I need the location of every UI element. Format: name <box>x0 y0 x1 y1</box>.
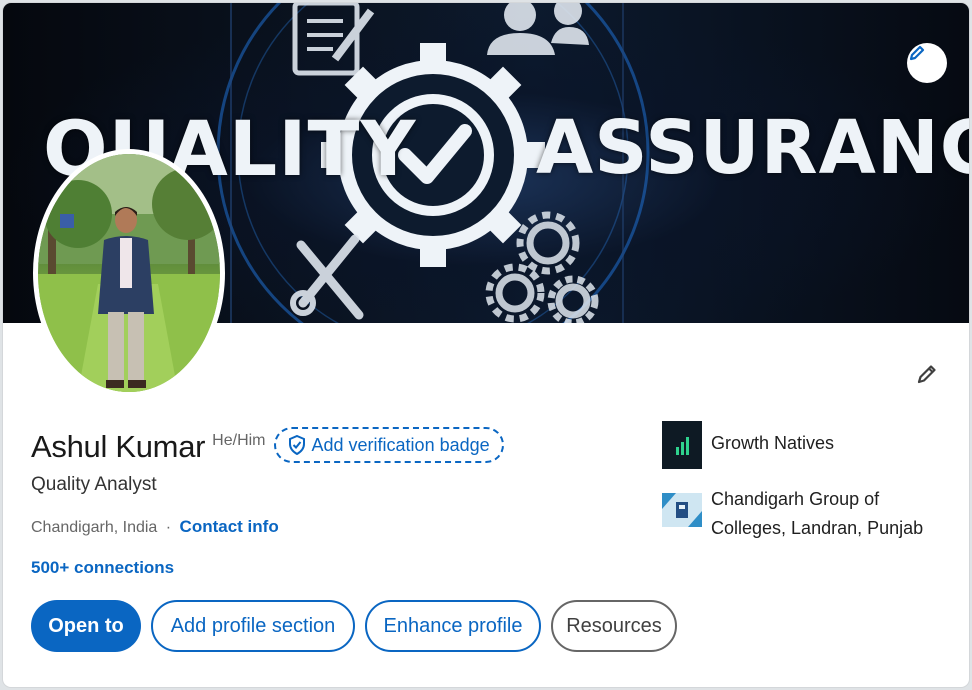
connections-link[interactable]: 500+ connections <box>31 558 174 578</box>
add-verification-badge-button[interactable]: Add verification badge <box>273 427 504 463</box>
pencil-icon <box>917 365 936 384</box>
profile-avatar[interactable] <box>33 149 225 397</box>
profile-pronouns: He/Him <box>212 432 266 449</box>
profile-headline: Quality Analyst <box>31 474 157 495</box>
shield-check-icon <box>288 435 305 455</box>
college-name: Chandigarh Group of Colleges, Landran, P… <box>711 489 924 538</box>
pencil-icon <box>909 45 925 61</box>
name-row: Ashul Kumar He/Him Add verification badg… <box>31 427 504 465</box>
banner-text-right: ASSURANCE <box>536 105 969 191</box>
avatar-photo <box>38 154 220 392</box>
open-to-button[interactable]: Open to <box>31 600 141 652</box>
education-cgc[interactable]: Chandigarh Group of Colleges, Landran, P… <box>662 487 931 543</box>
college-logo <box>662 493 702 527</box>
location-row: Chandigarh, India · Contact info <box>31 517 279 537</box>
profile-name: Ashul Kumar <box>31 429 206 464</box>
contact-info-link[interactable]: Contact info <box>180 517 279 536</box>
edit-banner-button[interactable] <box>907 43 947 83</box>
company-name: Growth Natives <box>711 433 835 453</box>
company-growth-natives[interactable]: Growth Natives <box>662 421 834 469</box>
verification-badge-label: Add verification badge <box>311 434 490 455</box>
add-profile-section-button[interactable]: Add profile section <box>151 600 355 652</box>
edit-intro-button[interactable] <box>911 358 943 390</box>
separator-dot: · <box>165 519 172 536</box>
enhance-profile-button[interactable]: Enhance profile <box>365 600 541 652</box>
profile-card: QUALITY ASSURANCE <box>3 3 969 687</box>
resources-button[interactable]: Resources <box>551 600 677 652</box>
profile-location: Chandigarh, India <box>31 519 158 536</box>
profile-actions: Open to Add profile section Enhance prof… <box>31 600 677 652</box>
company-logo <box>662 421 702 469</box>
